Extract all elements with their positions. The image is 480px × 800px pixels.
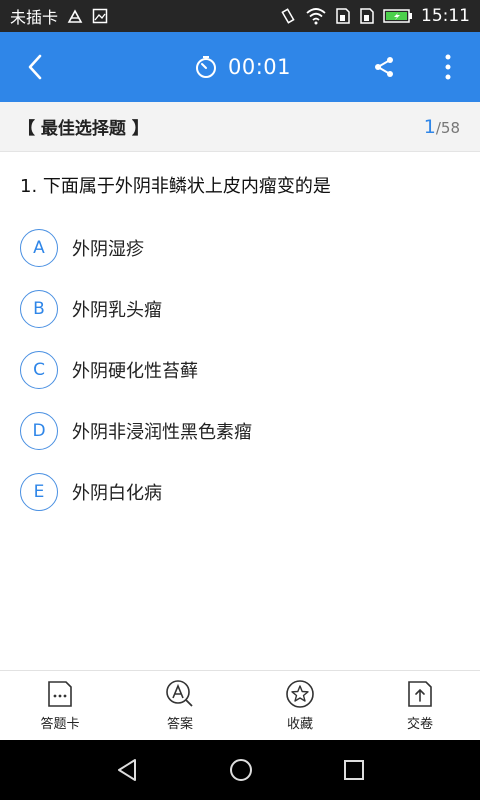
timer[interactable]: 00:01 <box>194 50 291 84</box>
option-b[interactable]: B 外阴乳头瘤 <box>20 289 460 329</box>
back-button[interactable] <box>18 50 52 84</box>
option-text: 外阴乳头瘤 <box>72 300 162 321</box>
share-button[interactable] <box>368 50 400 84</box>
star-icon <box>286 680 314 708</box>
share-icon <box>375 57 393 77</box>
tab-label: 收藏 <box>286 717 313 732</box>
option-letter: D <box>20 412 58 450</box>
answer-card-icon <box>48 681 72 707</box>
option-c[interactable]: C 外阴硬化性苔藓 <box>20 350 460 390</box>
app-bar: 00:01 <box>0 32 480 102</box>
sim2-icon <box>359 7 375 25</box>
more-button[interactable] <box>434 50 462 84</box>
option-a[interactable]: A 外阴湿疹 <box>20 228 460 268</box>
vibrate-icon <box>279 7 297 25</box>
more-vertical-icon <box>445 54 451 80</box>
option-text: 外阴非浸润性黑色素瘤 <box>72 422 252 443</box>
submit-icon <box>408 681 432 707</box>
nav-back-icon[interactable] <box>114 757 140 783</box>
tab-answer[interactable]: 答案 <box>120 671 240 740</box>
progress-total: /58 <box>435 118 460 137</box>
option-letter: A <box>20 229 58 267</box>
wifi-icon <box>305 7 327 25</box>
system-nav-bar <box>0 740 480 800</box>
timer-icon <box>196 56 216 78</box>
option-letter: E <box>20 473 58 511</box>
nav-recents-icon[interactable] <box>342 758 366 782</box>
section-header: 【 最佳选择题 】 1/58 <box>0 102 480 152</box>
chevron-left-icon <box>28 54 42 80</box>
progress-current: 1 <box>423 115 436 138</box>
carrier-text: 未插卡 <box>10 8 59 27</box>
option-e[interactable]: E 外阴白化病 <box>20 472 460 512</box>
tab-label: 答案 <box>166 717 193 732</box>
answer-icon <box>166 680 193 707</box>
option-text: 外阴湿疹 <box>72 239 144 260</box>
option-letter: C <box>20 351 58 389</box>
tab-answer-card[interactable]: 答题卡 <box>0 671 120 740</box>
image-icon <box>92 8 108 24</box>
nav-home-icon[interactable] <box>228 757 254 783</box>
tab-label: 答题卡 <box>40 717 80 732</box>
question-text: 1. 下面属于外阴非鳞状上皮内瘤变的是 <box>20 176 331 197</box>
tab-favorite[interactable]: 收藏 <box>240 671 360 740</box>
timer-text: 00:01 <box>228 55 292 79</box>
option-text: 外阴白化病 <box>72 483 162 504</box>
bottom-toolbar: 答题卡 答案 收藏 交卷 <box>0 670 480 740</box>
section-title: 【 最佳选择题 】 <box>18 119 149 139</box>
option-text: 外阴硬化性苔藓 <box>72 361 198 382</box>
usb-debug-icon <box>66 8 84 24</box>
option-letter: B <box>20 290 58 328</box>
status-bar: 未插卡 15:11 <box>0 0 480 32</box>
tab-submit[interactable]: 交卷 <box>360 671 480 740</box>
sim1-icon <box>335 7 351 25</box>
option-d[interactable]: D 外阴非浸润性黑色素瘤 <box>20 411 460 451</box>
tab-label: 交卷 <box>406 717 433 732</box>
battery-icon <box>383 8 413 24</box>
status-time: 15:11 <box>421 6 470 26</box>
question-progress: 1/58 <box>424 116 460 138</box>
